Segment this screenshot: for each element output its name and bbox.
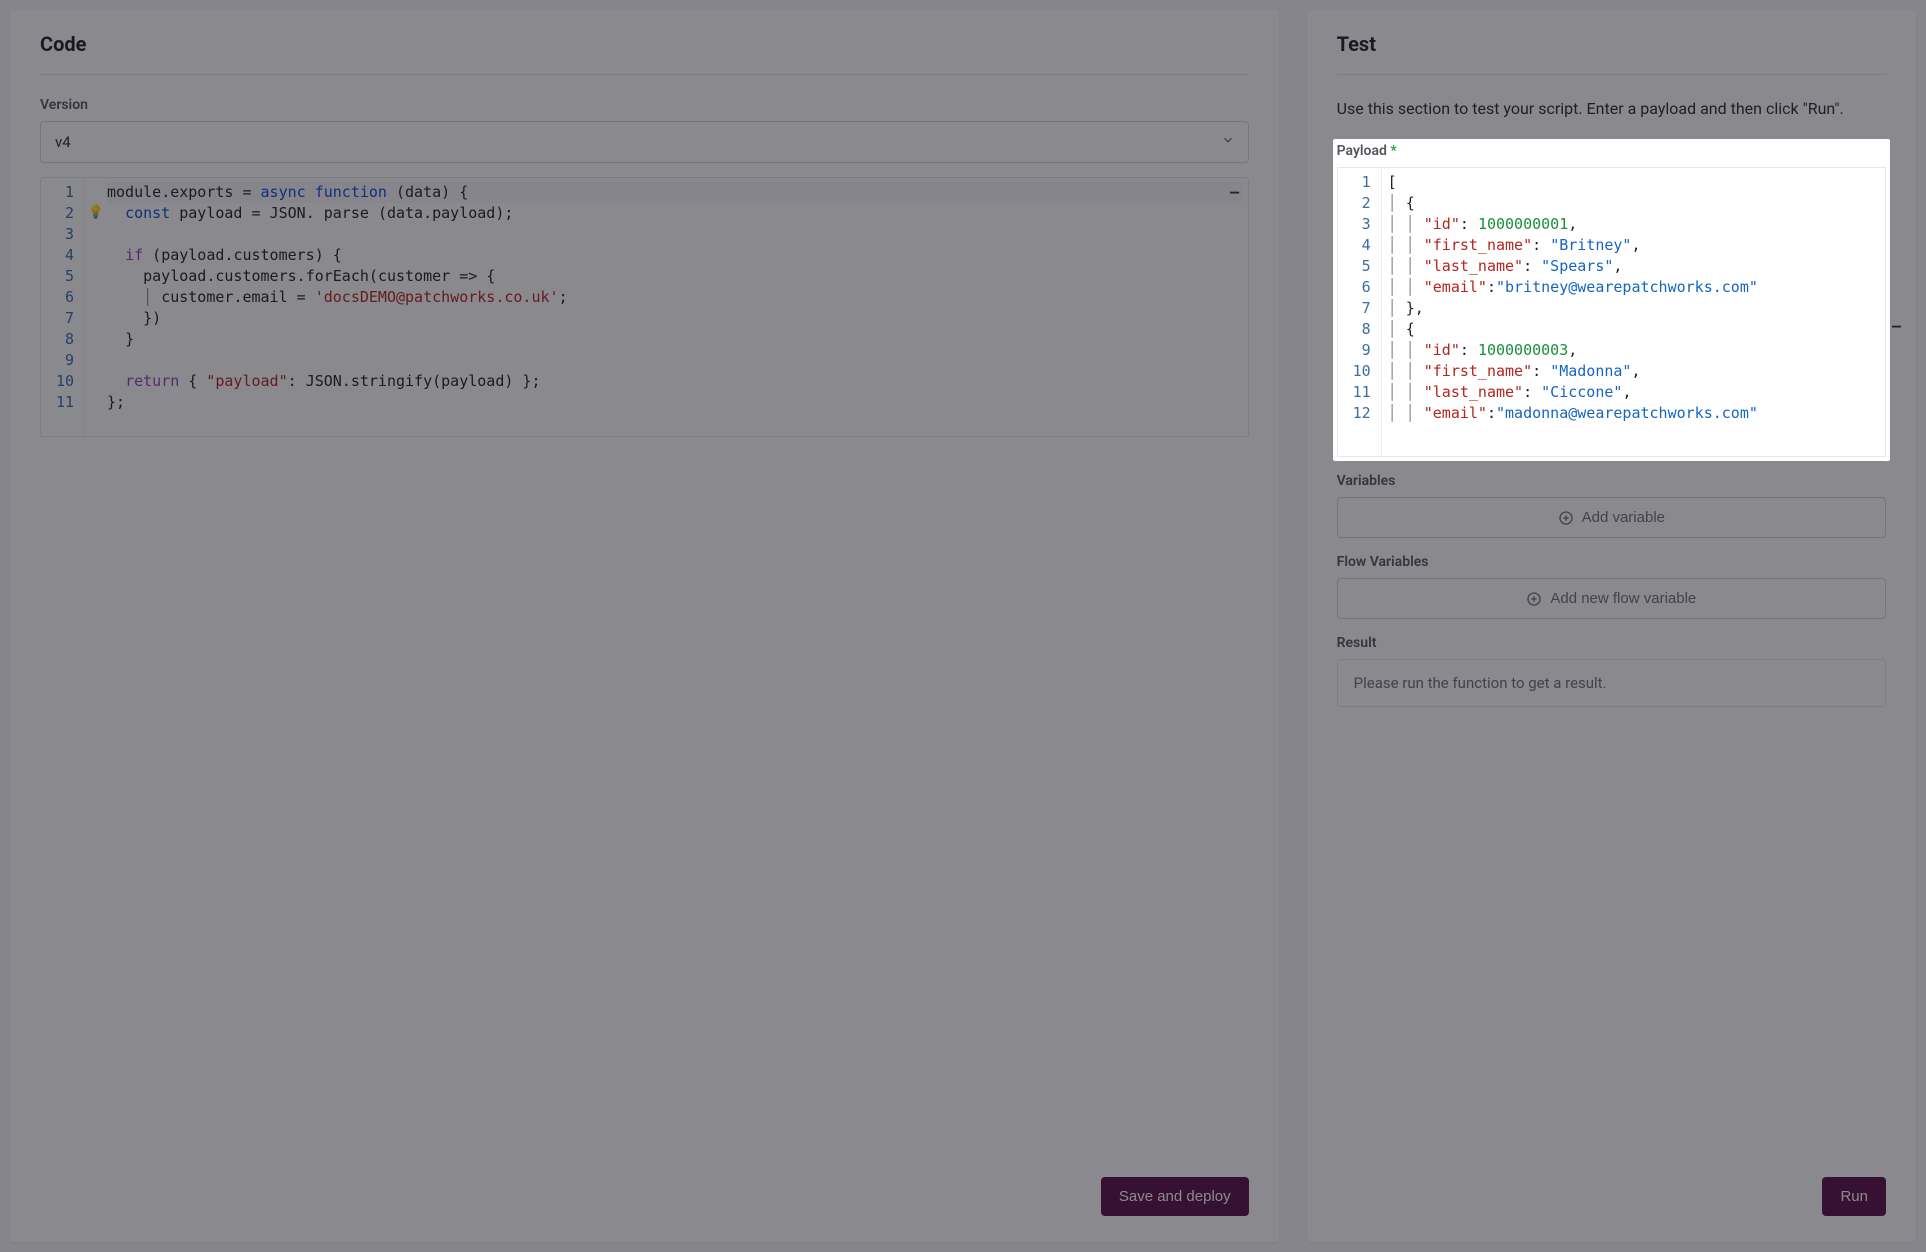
divider [40, 74, 1249, 75]
result-label: Result [1337, 635, 1886, 651]
version-select[interactable]: v4 [40, 121, 1249, 163]
collapse-icon[interactable]: – [1228, 182, 1242, 203]
code-lines[interactable]: module.exports = async function (data) {… [107, 178, 1248, 436]
divider [1337, 74, 1886, 75]
payload-gutter: 123456789101112 [1338, 168, 1382, 456]
version-value: v4 [55, 133, 71, 151]
code-editor[interactable]: 1234567891011 💡 module.exports = async f… [40, 177, 1249, 437]
code-panel: Code Version v4 1234567891011 💡 module.e… [10, 10, 1279, 1242]
result-box: Please run the function to get a result. [1337, 659, 1886, 707]
variables-label: Variables [1337, 473, 1886, 489]
payload-label: Payload * [1337, 143, 1886, 159]
code-gutter: 1234567891011 [41, 178, 85, 436]
flow-variables-label: Flow Variables [1337, 554, 1886, 570]
run-button[interactable]: Run [1822, 1177, 1886, 1216]
test-help: Use this section to test your script. En… [1337, 97, 1886, 121]
add-variable-button[interactable]: Add variable [1337, 497, 1886, 538]
payload-editor[interactable]: 123456789101112 [│ {│ │ "id": 1000000001… [1337, 167, 1886, 457]
code-hint-gutter: 💡 [85, 178, 107, 436]
test-panel: Test Use this section to test your scrip… [1307, 10, 1916, 1242]
save-and-deploy-button[interactable]: Save and deploy [1101, 1177, 1249, 1216]
plus-circle-icon [1526, 591, 1542, 607]
collapse-icon[interactable]: – [1892, 316, 1901, 337]
add-flow-variable-button[interactable]: Add new flow variable [1337, 578, 1886, 619]
plus-circle-icon [1558, 510, 1574, 526]
result-placeholder: Please run the function to get a result. [1354, 674, 1607, 692]
payload-lines[interactable]: [│ {│ │ "id": 1000000001,│ │ "first_name… [1382, 168, 1885, 456]
code-title: Code [40, 32, 1249, 56]
test-title: Test [1337, 32, 1886, 56]
version-label: Version [40, 97, 1249, 113]
